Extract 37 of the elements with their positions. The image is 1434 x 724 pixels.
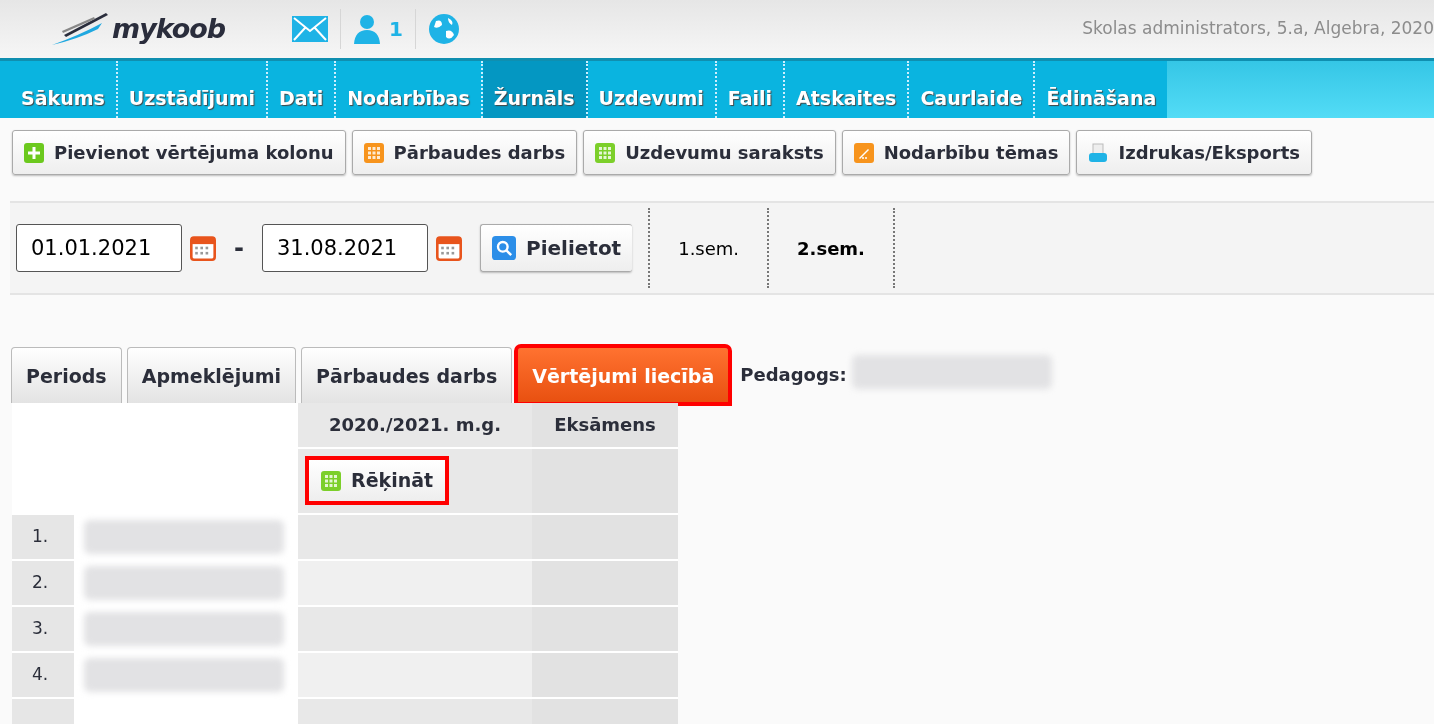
toolbar-button[interactable]: Nodarbību tēmas	[841, 130, 1071, 175]
mail-icon[interactable]	[292, 16, 328, 42]
column-header: Eksāmens	[532, 402, 678, 449]
date-separator: -	[234, 233, 244, 264]
grid-icon	[321, 470, 341, 491]
toolbar-button[interactable]: Pievienot vērtējuma kolonu	[12, 130, 346, 175]
date-to-field[interactable]: 31.08.2021	[261, 224, 428, 272]
pencil-icon	[853, 142, 874, 163]
tab[interactable]: Pārbaudes darbs	[301, 347, 513, 403]
row-number: 3.	[12, 606, 74, 653]
tab[interactable]: Apmeklējumi	[126, 347, 297, 403]
apply-button[interactable]: Pielietot	[479, 224, 633, 272]
toolbar-button[interactable]: Uzdevumu saraksts	[583, 130, 836, 175]
toolbar-button[interactable]: Pārbaudes darbs	[351, 130, 578, 175]
user-count: 1	[389, 16, 403, 43]
date-from-field[interactable]: 01.01.2021	[16, 224, 182, 272]
period-link[interactable]: 2.sem.	[769, 208, 895, 288]
user-icon[interactable]	[353, 14, 381, 44]
calendar-icon	[190, 235, 216, 261]
row-number: 1.	[12, 514, 74, 561]
logo-text: mykoob	[112, 11, 226, 46]
calculator-icon	[363, 142, 384, 163]
context-text: Skolas administrators, 5.a, Algebra, 2020	[1082, 17, 1434, 41]
calculate-button[interactable]: Rēķināt	[308, 459, 447, 502]
grid-icon	[595, 142, 616, 163]
search-icon	[491, 236, 516, 260]
teacher-label: Pedagogs:	[740, 363, 847, 388]
toolbar-button[interactable]: Izdrukas/Eksports	[1076, 130, 1313, 175]
period-link[interactable]: 1.sem.	[650, 208, 770, 288]
plus-icon	[24, 142, 44, 163]
globe-icon[interactable]	[427, 13, 460, 45]
row-number: 2.	[12, 560, 74, 607]
row-number: 4.	[12, 652, 74, 699]
printer-icon	[1088, 142, 1109, 163]
calendar-icon	[435, 235, 462, 261]
tab[interactable]: Periods	[11, 347, 122, 403]
column-header: 2020./2021. m.g.	[298, 402, 532, 449]
